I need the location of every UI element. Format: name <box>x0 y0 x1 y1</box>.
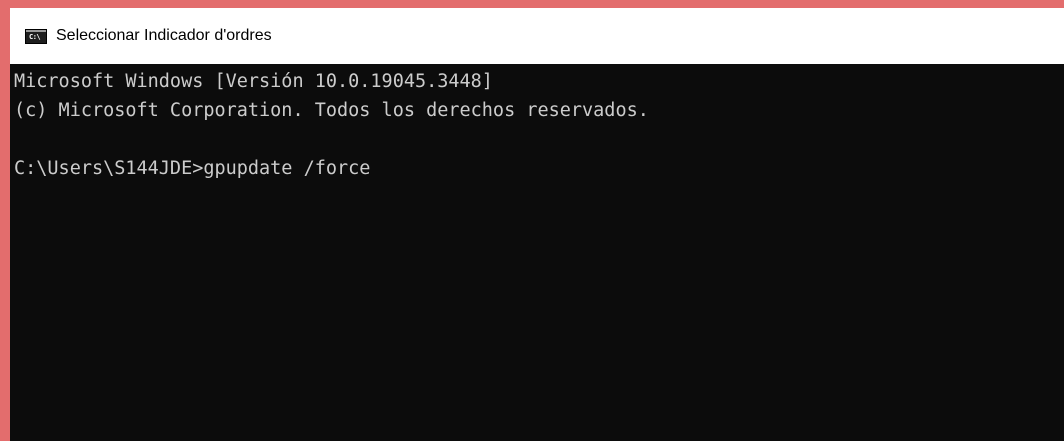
console-output[interactable]: Microsoft Windows [Versión 10.0.19045.34… <box>10 64 1064 441</box>
console-prompt-line: C:\Users\S144JDE>gpupdate /force <box>14 158 371 179</box>
title-bar[interactable]: C:\ Seleccionar Indicador d'ordres <box>10 8 1064 64</box>
console-line: Microsoft Windows [Versión 10.0.19045.34… <box>14 71 493 92</box>
cmd-icon[interactable]: C:\ <box>25 28 47 44</box>
window-title: Seleccionar Indicador d'ordres <box>56 27 272 44</box>
console-line: (c) Microsoft Corporation. Todos los der… <box>14 100 649 121</box>
cmd-icon-text: C:\ <box>29 32 41 41</box>
